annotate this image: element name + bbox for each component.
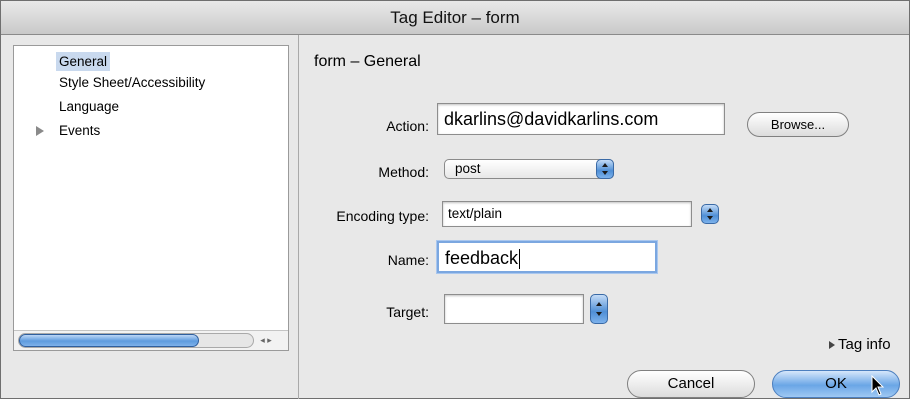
browse-button[interactable]: Browse... (747, 112, 849, 137)
text-caret (519, 249, 521, 270)
cancel-button[interactable]: Cancel (627, 370, 755, 398)
action-label: Action: (386, 118, 429, 134)
name-value: feedback (445, 248, 519, 268)
category-language[interactable]: Language (56, 97, 122, 116)
action-input[interactable]: dkarlins@davidkarlins.com (437, 103, 725, 135)
encoding-label: Encoding type: (336, 208, 429, 224)
method-label: Method: (378, 164, 429, 180)
section-title: form – General (314, 53, 421, 70)
popup-arrows-icon (596, 159, 614, 179)
target-input[interactable] (444, 294, 584, 324)
action-value: dkarlins@davidkarlins.com (444, 109, 659, 129)
tag-info-label: Tag info (838, 336, 891, 353)
encoding-value: text/plain (448, 206, 503, 221)
target-label: Target: (386, 304, 429, 320)
tag-info-toggle[interactable]: Tag info (829, 336, 891, 353)
horizontal-scrollbar[interactable]: ◂ ▸ (14, 330, 288, 350)
disclosure-triangle-icon (829, 341, 835, 350)
mouse-pointer-icon (871, 375, 885, 396)
category-events[interactable]: Events (56, 121, 103, 140)
scroll-arrows-icon[interactable]: ◂ ▸ (246, 334, 286, 347)
disclosure-triangle-icon[interactable] (36, 126, 44, 136)
window-title: Tag Editor – form (1, 1, 909, 35)
category-list[interactable]: General Style Sheet/Accessibility Langua… (13, 45, 289, 351)
category-general[interactable]: General (56, 52, 111, 71)
method-value: post (455, 161, 481, 176)
tag-editor-window: Tag Editor – form General Style Sheet/Ac… (0, 0, 910, 399)
target-dropdown-button[interactable] (590, 294, 608, 324)
category-style-sheet-accessibility[interactable]: Style Sheet/Accessibility (56, 73, 208, 92)
encoding-dropdown-button[interactable] (701, 204, 719, 224)
name-input[interactable]: feedback (437, 241, 657, 273)
encoding-input[interactable]: text/plain (442, 201, 692, 227)
method-select[interactable]: post (444, 159, 614, 179)
scrollbar-thumb[interactable] (19, 334, 199, 347)
name-label: Name: (387, 252, 429, 268)
